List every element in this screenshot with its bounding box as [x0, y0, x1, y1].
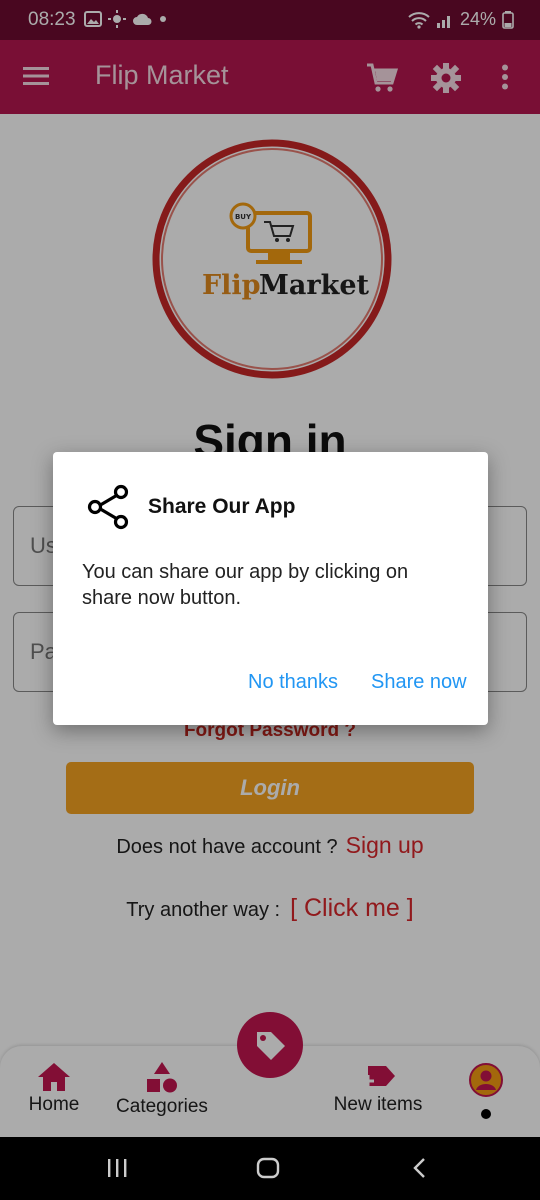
home-button-icon[interactable]	[256, 1157, 280, 1179]
share-dialog: Share Our App You can share our app by c…	[53, 452, 488, 725]
no-thanks-button[interactable]: No thanks	[248, 671, 338, 694]
recents-icon[interactable]	[106, 1157, 128, 1179]
dialog-title: Share Our App	[148, 495, 296, 518]
system-navigation-bar	[0, 1137, 540, 1200]
dialog-message: You can share our app by clicking on sha…	[82, 561, 409, 609]
share-icon	[87, 484, 129, 530]
share-now-button[interactable]: Share now	[371, 671, 467, 694]
back-icon[interactable]	[410, 1157, 428, 1179]
